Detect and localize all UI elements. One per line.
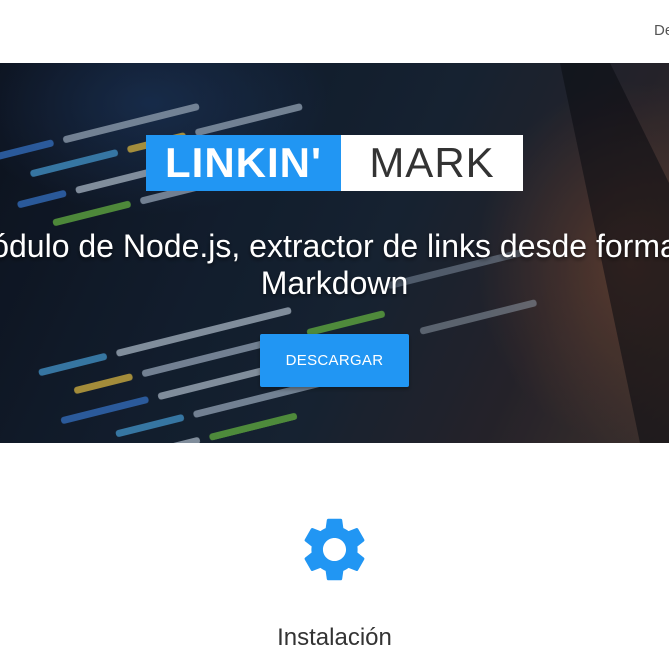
page: De	[0, 0, 669, 669]
brand-logo: LINKIN' MARK	[146, 135, 523, 191]
download-button[interactable]: DESCARGAR	[260, 334, 409, 387]
gear-icon	[304, 518, 365, 581]
logo-left-part: LINKIN'	[146, 135, 341, 191]
feature-title: Instalación	[277, 624, 392, 651]
hero-banner: LINKIN' MARK Módulo de Node.js, extracto…	[0, 63, 669, 443]
tagline-line-1: Módulo de Node.js, extractor de links de…	[0, 228, 669, 264]
hero-tagline: Módulo de Node.js, extractor de links de…	[0, 228, 669, 302]
nav-link-docs[interactable]: De	[654, 22, 669, 39]
logo-right-part: MARK	[341, 135, 523, 191]
tagline-line-2: Markdown	[260, 265, 409, 301]
top-navbar: De	[0, 0, 669, 63]
